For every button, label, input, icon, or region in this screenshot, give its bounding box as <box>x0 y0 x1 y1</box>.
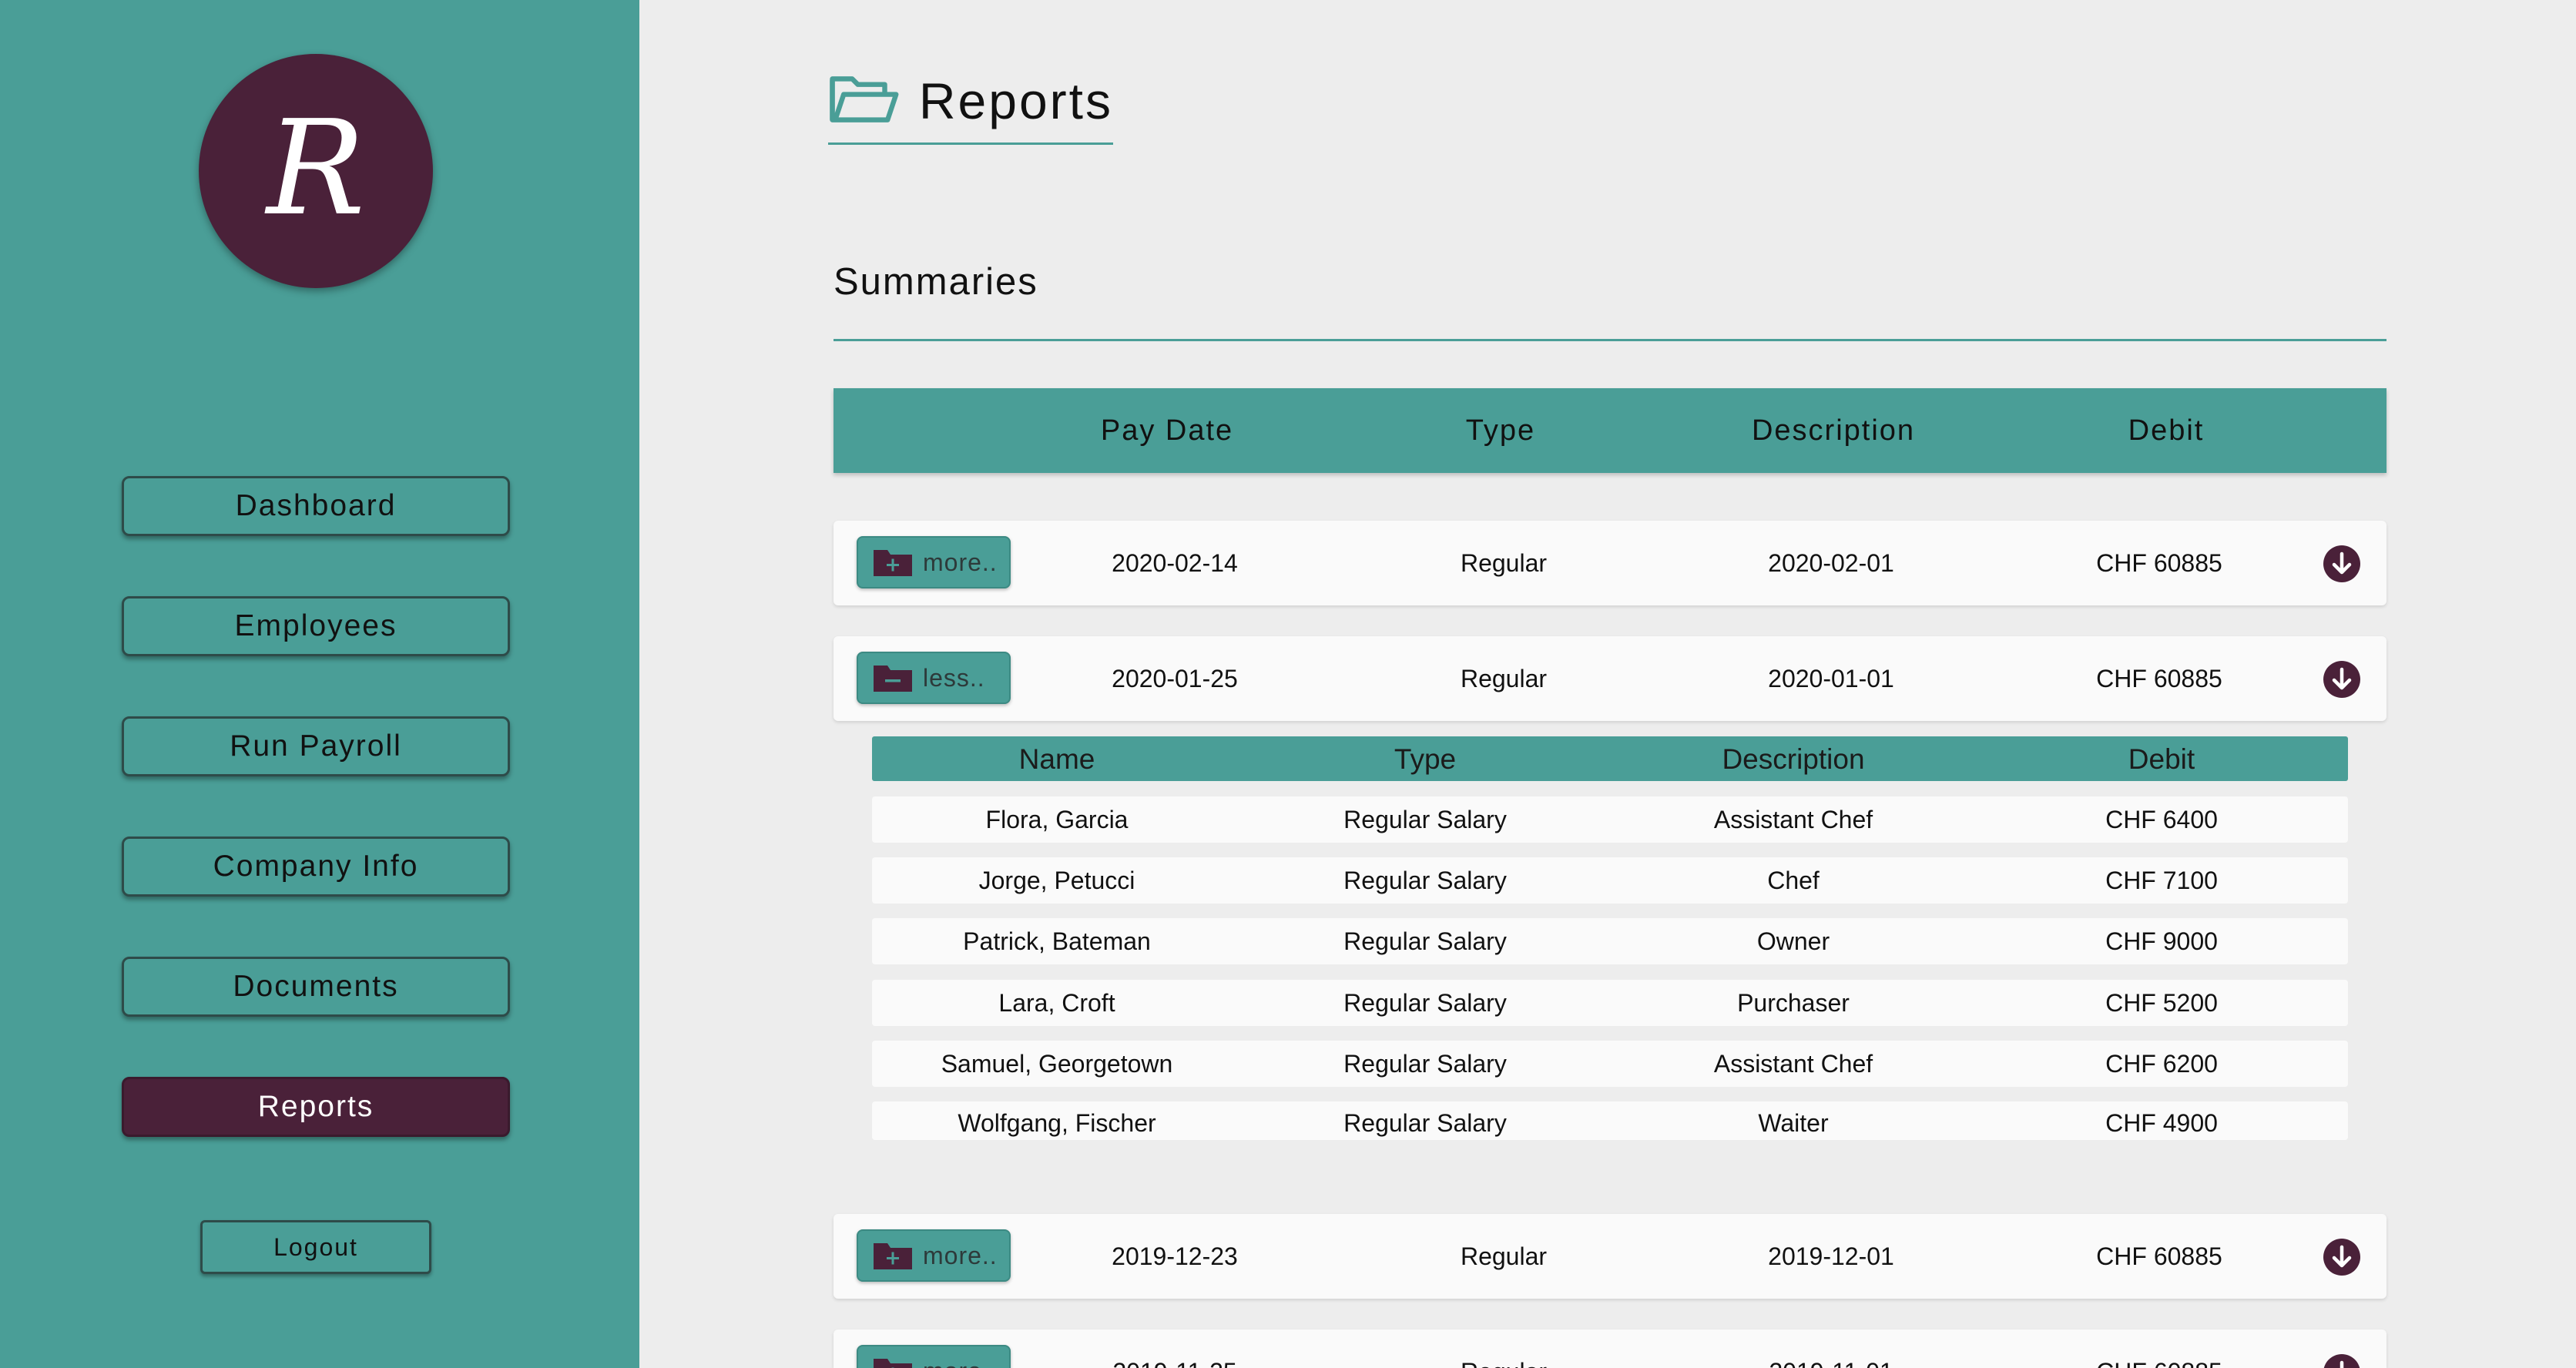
header-pay-date: Pay Date <box>1100 414 1234 447</box>
download-arrow-icon[interactable] <box>2323 1239 2360 1276</box>
detail-row: Patrick, Bateman Regular Salary Owner CH… <box>872 918 2348 964</box>
summary-row: more.. 2019-11-25 Regular 2019-11-01 CHF… <box>834 1329 2386 1368</box>
folder-plus-icon <box>874 1359 912 1368</box>
detail-cell-description: Waiter <box>1758 1109 1829 1137</box>
section-divider <box>834 339 2386 341</box>
detail-cell-type: Regular Salary <box>1343 867 1507 894</box>
cell-pay-date: 2019-11-25 <box>1112 1329 1236 1368</box>
detail-header-type: Type <box>1394 743 1457 775</box>
detail-cell-type: Regular Salary <box>1343 927 1507 955</box>
detail-cell-name: Wolfgang, Fischer <box>958 1109 1156 1137</box>
toggle-label: less.. <box>923 663 985 692</box>
detail-cell-name: Patrick, Bateman <box>963 927 1151 955</box>
detail-cell-type: Regular Salary <box>1343 1109 1507 1137</box>
cell-debit: CHF 60885 <box>2096 665 2222 692</box>
detail-cell-name: Samuel, Georgetown <box>941 1050 1173 1078</box>
nav-reports-button[interactable]: Reports <box>122 1077 510 1137</box>
cell-description: 2020-02-01 <box>1768 549 1894 577</box>
cell-type: Regular <box>1460 549 1548 577</box>
header-type: Type <box>1465 414 1536 447</box>
summary-row: more.. 2020-02-14 Regular 2020-02-01 CHF… <box>834 521 2386 605</box>
page-title: Reports <box>918 72 1113 129</box>
detail-cell-debit: CHF 9000 <box>2105 927 2218 955</box>
detail-cell-description: Assistant Chef <box>1713 1050 1873 1078</box>
detail-row: Samuel, Georgetown Regular Salary Assist… <box>872 1041 2348 1087</box>
cell-pay-date: 2019-12-23 <box>1112 1242 1238 1270</box>
detail-row: Jorge, Petucci Regular Salary Chef CHF 7… <box>872 857 2348 904</box>
logo-letter: R <box>267 92 365 245</box>
cell-description: 2020-01-01 <box>1768 665 1894 692</box>
folder-open-icon <box>830 76 899 122</box>
detail-cell-type: Regular Salary <box>1343 1050 1507 1078</box>
detail-header-name: Name <box>1018 743 1095 775</box>
toggle-label: more.. <box>923 1241 998 1269</box>
detail-cell-description: Purchaser <box>1737 989 1850 1017</box>
detail-row: Wolfgang, Fischer Regular Salary Waiter … <box>872 1101 2348 1140</box>
detail-row: Flora, Garcia Regular Salary Assistant C… <box>872 796 2348 843</box>
detail-cell-type: Regular Salary <box>1343 989 1507 1017</box>
detail-cell-debit: CHF 4900 <box>2105 1109 2218 1137</box>
detail-cell-debit: CHF 7100 <box>2105 867 2218 894</box>
detail-cell-description: Owner <box>1756 927 1830 955</box>
cell-debit: CHF 60885 <box>2096 1242 2222 1270</box>
cell-description: 2019-11-01 <box>1769 1329 1893 1368</box>
summary-row: more.. 2019-12-23 Regular 2019-12-01 CHF… <box>834 1214 2386 1299</box>
cell-description: 2019-12-01 <box>1768 1242 1894 1270</box>
cell-pay-date: 2020-02-14 <box>1112 549 1238 577</box>
cell-pay-date: 2020-01-25 <box>1112 665 1238 692</box>
logo: R <box>199 54 433 288</box>
sidebar: R Dashboard Employees Run Payroll Compan… <box>0 0 639 1368</box>
header-description: Description <box>1751 414 1916 447</box>
download-arrow-icon[interactable] <box>2323 661 2360 698</box>
cell-type: Regular <box>1460 665 1548 692</box>
header-debit: Debit <box>2128 414 2205 447</box>
detail-cell-name: Jorge, Petucci <box>978 867 1135 894</box>
nav-employees-button[interactable]: Employees <box>122 596 510 656</box>
detail-row: Lara, Croft Regular Salary Purchaser CHF… <box>872 980 2348 1026</box>
detail-header-debit: Debit <box>2128 743 2195 775</box>
detail-header-description: Description <box>1722 743 1865 775</box>
detail-cell-description: Assistant Chef <box>1713 806 1873 833</box>
cell-type: Regular <box>1460 1242 1548 1270</box>
cell-debit: CHF 60885 <box>2096 1329 2222 1368</box>
detail-table-header: Name Type Description Debit <box>872 736 2348 781</box>
expand-row-button[interactable]: more.. <box>857 1229 1011 1282</box>
cell-type: Regular <box>1461 1329 1547 1368</box>
cell-debit: CHF 60885 <box>2096 549 2222 577</box>
collapse-row-button[interactable]: less.. <box>857 652 1011 704</box>
folder-plus-icon <box>874 550 912 576</box>
nav-company-info-button[interactable]: Company Info <box>122 837 510 897</box>
detail-cell-name: Flora, Garcia <box>985 806 1129 833</box>
detail-cell-debit: CHF 5200 <box>2105 989 2218 1017</box>
nav-dashboard-button[interactable]: Dashboard <box>122 476 510 536</box>
download-arrow-icon[interactable] <box>2323 545 2360 582</box>
summary-row: less.. 2020-01-25 Regular 2020-01-01 CHF… <box>834 636 2386 721</box>
summary-table-header: Pay Date Type Description Debit <box>834 388 2386 473</box>
nav-documents-button[interactable]: Documents <box>122 957 510 1017</box>
detail-cell-type: Regular Salary <box>1343 806 1507 833</box>
detail-cell-debit: CHF 6200 <box>2105 1050 2218 1078</box>
toggle-label: more.. <box>923 548 998 576</box>
toggle-label: more.. <box>923 1357 998 1368</box>
folder-minus-icon <box>874 666 912 692</box>
expand-row-button[interactable]: more.. <box>857 1345 1011 1368</box>
section-title: Summaries <box>834 261 1038 303</box>
page-header: Reports <box>828 66 1113 145</box>
nav-run-payroll-button[interactable]: Run Payroll <box>122 716 510 776</box>
folder-plus-icon <box>874 1243 912 1269</box>
logout-button[interactable]: Logout <box>200 1220 431 1274</box>
expand-row-button[interactable]: more.. <box>857 536 1011 588</box>
detail-cell-description: Chef <box>1767 867 1820 894</box>
detail-cell-debit: CHF 6400 <box>2105 806 2218 833</box>
detail-cell-name: Lara, Croft <box>998 989 1115 1017</box>
download-arrow-icon[interactable] <box>2323 1354 2360 1368</box>
